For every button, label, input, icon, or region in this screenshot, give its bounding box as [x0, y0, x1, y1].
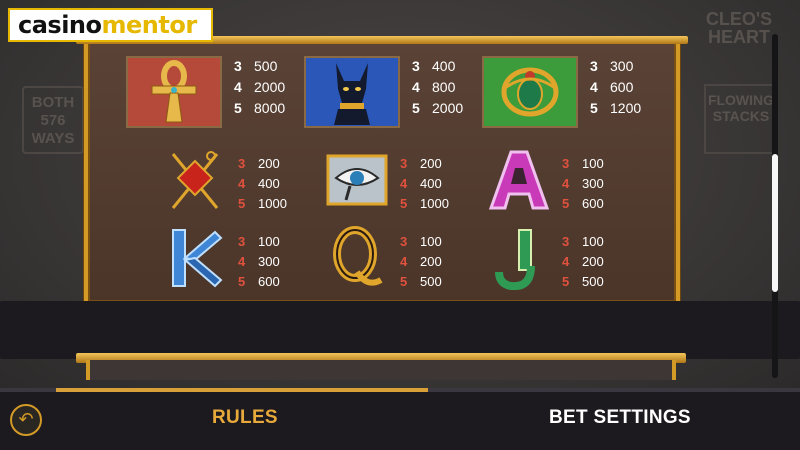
stacks-badge-faded: FLOWING STACKS: [704, 84, 778, 154]
back-arrow-icon: ↶: [18, 409, 34, 430]
pay-list: 3 100 4 300 5 600: [562, 156, 604, 211]
letter-j-icon: [484, 226, 554, 290]
pay-list: 3 500 4 2000 5 8000: [234, 58, 286, 116]
pay-list: 3 100 4 200 5 500: [400, 234, 442, 289]
pay-list: 3 100 4 200 5 500: [562, 234, 604, 289]
tab-progress-fill: [56, 388, 428, 392]
paytable-panel: 3 500 4 2000 5 8000 3 400 4 800 5 2000 3…: [84, 38, 680, 306]
panel-bottom-bar: [0, 301, 800, 359]
letter-q-icon: [322, 226, 392, 290]
pay-list: 3 100 4 300 5 600: [238, 234, 280, 289]
scrollbar[interactable]: [772, 34, 778, 378]
crook-flail-icon: [160, 148, 230, 212]
ankh-icon: [126, 56, 222, 128]
scarab-icon: [482, 56, 578, 128]
back-button[interactable]: ↶: [10, 404, 42, 436]
next-panel: [86, 360, 676, 380]
letter-k-icon: [160, 226, 230, 290]
scrollbar-thumb[interactable]: [772, 154, 778, 292]
pay-list: 3 300 4 600 5 1200: [590, 58, 642, 116]
pay-list: 3 200 4 400 5 1000: [238, 156, 287, 211]
letter-a-icon: [484, 148, 554, 212]
tab-bet-settings[interactable]: BET SETTINGS: [549, 407, 691, 429]
eye-of-horus-icon: [322, 148, 392, 212]
tab-rules[interactable]: RULES: [212, 407, 278, 429]
pay-list: 3 400 4 800 5 2000: [412, 58, 464, 116]
bastet-cat-icon: [304, 56, 400, 128]
game-logo-faded: CLEO'S HEART: [705, 9, 773, 47]
pay-list: 3 200 4 400 5 1000: [400, 156, 449, 211]
ways-badge-faded: BOTH 576 WAYS: [22, 86, 84, 154]
casinomentor-watermark: casinomentor: [8, 8, 213, 42]
